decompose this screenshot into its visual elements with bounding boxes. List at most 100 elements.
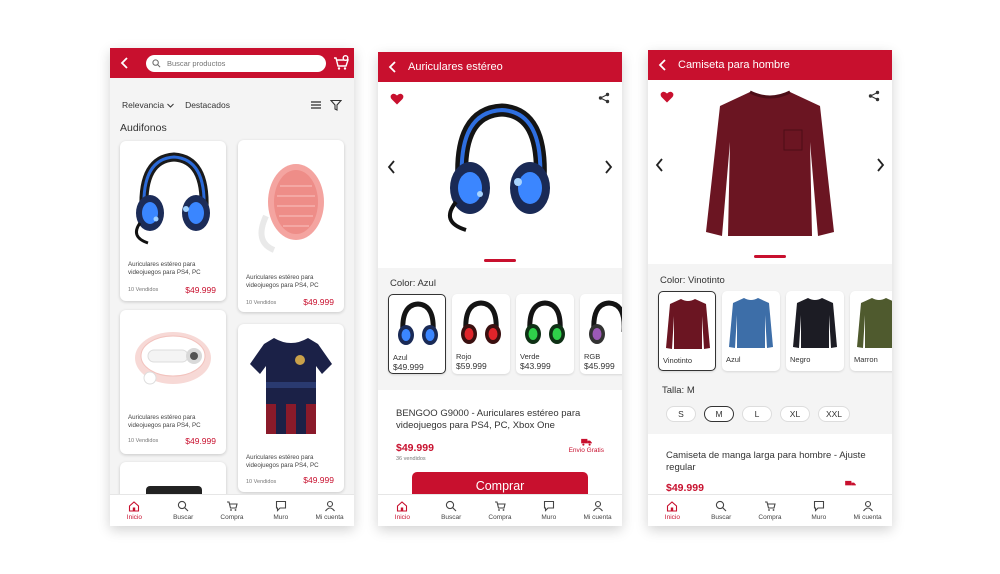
- product-price: $49.999: [666, 482, 704, 494]
- nav-label: Muro: [811, 514, 827, 521]
- chevron-left-icon[interactable]: [654, 158, 666, 172]
- sold-count: 10 Vendidos: [128, 287, 159, 293]
- nav-label: Mi cuenta: [583, 514, 612, 521]
- sort-row: Relevancia Destacados: [122, 98, 342, 112]
- product-card[interactable]: Auriculares estéreo para videojuegos par…: [238, 324, 344, 492]
- nav-account[interactable]: Mi cuenta: [843, 495, 892, 526]
- nav-home[interactable]: Inicio: [110, 495, 159, 526]
- chevron-left-icon: [658, 59, 666, 71]
- product-card[interactable]: Auriculares estéreo para videojuegos par…: [238, 140, 344, 312]
- search-icon: [152, 59, 161, 68]
- back-button[interactable]: [378, 61, 408, 73]
- truck-icon: [845, 480, 856, 486]
- headset-image: [134, 152, 210, 245]
- search-box: [146, 55, 326, 72]
- search-icon: [446, 500, 457, 512]
- variant-price: $59.999: [456, 361, 487, 371]
- heart-icon[interactable]: [660, 90, 674, 104]
- chevron-left-icon: [120, 57, 128, 69]
- color-label: Color: Vinotinto: [660, 275, 725, 286]
- nav-wall[interactable]: Muro: [794, 495, 843, 526]
- nav-label: Compra: [758, 514, 782, 521]
- chat-icon: [813, 500, 824, 512]
- filter-icon[interactable]: [330, 99, 342, 111]
- top-bar: Camiseta para hombre: [648, 50, 892, 80]
- product-description: Auriculares estéreo para videojuegos par…: [246, 274, 319, 289]
- nav-label: Inicio: [126, 514, 142, 521]
- nav-label: Buscar: [441, 514, 462, 521]
- chevron-right-icon[interactable]: [874, 158, 886, 172]
- variant-swatch[interactable]: Vinotinto: [658, 291, 716, 371]
- list-view-icon[interactable]: [310, 99, 322, 111]
- variant-swatch[interactable]: RGB $45.999: [580, 294, 622, 374]
- product-info: Camiseta de manga larga para hombre - Aj…: [648, 434, 892, 494]
- share-icon[interactable]: [598, 92, 610, 104]
- variant-price: $43.999: [520, 361, 551, 371]
- top-bar: Auriculares estéreo: [378, 52, 622, 82]
- variant-swatch[interactable]: Azul: [722, 291, 780, 371]
- home-icon: [129, 501, 140, 512]
- headset-image: [447, 103, 550, 232]
- nav-search[interactable]: Buscar: [159, 495, 208, 526]
- variant-swatch[interactable]: Marron: [850, 291, 892, 371]
- nav-label: Mi cuenta: [315, 514, 344, 521]
- home-icon: [397, 501, 408, 512]
- chevron-left-icon[interactable]: [386, 160, 398, 174]
- free-shipping: Envio Gratis: [569, 438, 604, 454]
- variant-swatch[interactable]: Rojo $59.999: [452, 294, 510, 374]
- shirt-black-thumb: [793, 298, 837, 348]
- featured-filter[interactable]: Destacados: [185, 100, 230, 110]
- back-button[interactable]: [110, 57, 140, 69]
- heart-icon[interactable]: [390, 92, 404, 106]
- search-icon: [716, 500, 727, 512]
- carousel-indicator: [484, 259, 516, 262]
- variant-swatch[interactable]: Azul $49.999: [388, 294, 446, 374]
- size-option[interactable]: XL: [780, 406, 810, 422]
- home-icon: [667, 501, 678, 512]
- size-option[interactable]: XXL: [818, 406, 850, 422]
- nav-wall[interactable]: Muro: [256, 495, 305, 526]
- sort-dropdown[interactable]: Relevancia: [122, 100, 175, 110]
- truck-icon: [580, 438, 592, 446]
- nav-label: Compra: [488, 514, 512, 521]
- sold-count: 10 Vendidos: [246, 479, 277, 485]
- variant-swatch[interactable]: Negro: [786, 291, 844, 371]
- sold-count: 10 Vendidos: [246, 300, 277, 306]
- size-option[interactable]: L: [742, 406, 772, 422]
- page-title: Camiseta para hombre: [678, 59, 790, 71]
- nav-search[interactable]: Buscar: [697, 495, 746, 526]
- search-input[interactable]: [167, 59, 317, 68]
- size-option[interactable]: S: [666, 406, 696, 422]
- size-selector: S M L XL XXL: [666, 406, 850, 422]
- nav-account[interactable]: Mi cuenta: [305, 495, 354, 526]
- nav-wall[interactable]: Muro: [524, 495, 573, 526]
- size-option-selected[interactable]: M: [704, 406, 734, 422]
- nav-home[interactable]: Inicio: [378, 495, 427, 526]
- product-card[interactable]: Auriculares estéreo para videojuegos par…: [120, 141, 226, 301]
- back-button[interactable]: [648, 59, 678, 71]
- nav-home[interactable]: Inicio: [648, 495, 697, 526]
- nav-label: Mi cuenta: [853, 514, 882, 521]
- nav-label: Buscar: [711, 514, 732, 521]
- variant-swatch[interactable]: Verde $43.999: [516, 294, 574, 374]
- nav-account[interactable]: Mi cuenta: [573, 495, 622, 526]
- chevron-left-icon: [388, 61, 396, 73]
- sold-count: 10 Vendidos: [128, 438, 159, 444]
- nav-cart[interactable]: Compra: [746, 495, 795, 526]
- product-description: Auriculares estéreo para videojuegos par…: [128, 261, 201, 276]
- nav-cart[interactable]: Compra: [208, 495, 257, 526]
- cart-icon[interactable]: [332, 54, 350, 72]
- variant-name: Negro: [790, 355, 811, 364]
- nav-label: Muro: [273, 514, 289, 521]
- nav-cart[interactable]: Compra: [476, 495, 525, 526]
- cart-icon: [494, 501, 506, 511]
- bottom-nav: Inicio Buscar Compra Muro Mi cuenta: [110, 494, 354, 526]
- pink-scrubber-image: [258, 164, 324, 253]
- nav-search[interactable]: Buscar: [427, 495, 476, 526]
- cart-icon: [764, 501, 776, 511]
- bottom-nav: Inicio Buscar Compra Muro Mi cuenta: [378, 494, 622, 526]
- share-icon[interactable]: [868, 90, 880, 102]
- chevron-right-icon[interactable]: [602, 160, 614, 174]
- product-card[interactable]: Auriculares estéreo para videojuegos par…: [120, 310, 226, 454]
- screen-product-list: Relevancia Destacados Audifonos Auricula…: [110, 48, 354, 526]
